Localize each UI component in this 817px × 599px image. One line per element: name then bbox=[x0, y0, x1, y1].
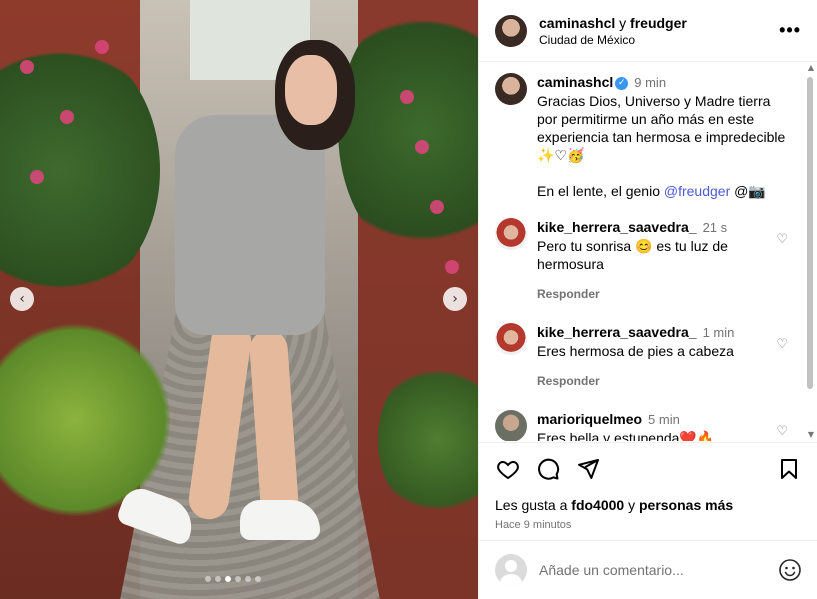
comment-icon bbox=[538, 458, 560, 480]
comment-text: Eres bella y estupenda❤️🔥 bbox=[537, 430, 715, 441]
avatar[interactable] bbox=[495, 323, 527, 355]
comment-time: 1 min bbox=[702, 325, 735, 340]
bookmark-icon bbox=[781, 459, 797, 479]
carousel-dot bbox=[205, 576, 211, 582]
caption-body: caminashcl ✓ 9 min Gracias Dios, Universo … bbox=[537, 73, 788, 200]
send-icon bbox=[578, 459, 599, 479]
post-media[interactable]: ‹ › bbox=[0, 0, 478, 599]
comment-body: kike_herrera_saavedra_ 21 s Pero tu sonri… bbox=[537, 218, 768, 303]
author-conjunction: y bbox=[619, 14, 627, 31]
media-flower bbox=[30, 170, 44, 184]
comment-time: 5 min bbox=[648, 412, 680, 427]
verified-badge-icon: ✓ bbox=[615, 76, 629, 90]
likes-middle: y bbox=[624, 497, 639, 513]
post-actions: Les gusta a fdo4000 y personas más Hace … bbox=[479, 442, 817, 531]
avatar[interactable] bbox=[495, 218, 527, 250]
media-flower bbox=[415, 140, 429, 154]
heart-icon bbox=[497, 460, 519, 480]
avatar[interactable] bbox=[495, 410, 527, 441]
comments-scrollbar[interactable]: ▲ ▼ bbox=[805, 63, 815, 441]
user-avatar-placeholder-icon bbox=[495, 554, 527, 586]
likes-user-link[interactable]: fdo4000 bbox=[571, 497, 624, 513]
author-username[interactable]: caminashcl bbox=[539, 15, 615, 31]
caption-text: Gracias Dios, Universo y Madre tierra po… bbox=[537, 93, 786, 163]
action-icons bbox=[495, 455, 802, 483]
post-side-panel: caminashcl y freudger Ciudad de México •… bbox=[478, 0, 817, 599]
collaborator-username[interactable]: freudger bbox=[630, 15, 687, 31]
scrollbar-thumb[interactable] bbox=[807, 77, 813, 389]
mention-link[interactable]: @freudger bbox=[664, 183, 730, 199]
media-person-face bbox=[285, 55, 337, 125]
comment-username[interactable]: kike_herrera_saavedra_ bbox=[537, 324, 697, 340]
post-header: caminashcl y freudger Ciudad de México •… bbox=[479, 0, 817, 62]
comment-button[interactable] bbox=[535, 456, 561, 482]
comment-username[interactable]: kike_herrera_saavedra_ bbox=[537, 219, 697, 235]
likes-summary: Les gusta a fdo4000 y personas más bbox=[495, 497, 802, 513]
likes-others-link[interactable]: personas más bbox=[639, 497, 733, 513]
previous-image-button[interactable]: ‹ bbox=[10, 287, 34, 311]
comment-row: kike_herrera_saavedra_ 1 min Eres hermosa… bbox=[495, 323, 788, 390]
media-flower bbox=[430, 200, 444, 214]
scroll-up-icon[interactable]: ▲ bbox=[808, 63, 814, 72]
reply-button[interactable]: Responder bbox=[537, 372, 768, 390]
media-flower bbox=[60, 110, 74, 124]
comments-list[interactable]: caminashcl ✓ 9 min Gracias Dios, Universo … bbox=[479, 63, 804, 441]
carousel-dot-active bbox=[225, 576, 231, 582]
add-comment-bar bbox=[479, 540, 817, 599]
scroll-down-icon[interactable]: ▼ bbox=[808, 430, 814, 439]
comment-body: marioriquelmeo 5 min Eres bella y estupen… bbox=[537, 410, 768, 441]
caption-username[interactable]: caminashcl bbox=[537, 74, 613, 90]
caption-credit-text: En el lente, el genio bbox=[537, 183, 664, 199]
comment-time: 21 s bbox=[702, 220, 728, 235]
comment-text: Eres hermosa de pies a cabeza bbox=[537, 343, 734, 359]
like-comment-heart-icon[interactable]: ♡ bbox=[776, 424, 788, 441]
comment-body: kike_herrera_saavedra_ 1 min Eres hermosa… bbox=[537, 323, 768, 390]
comment-input[interactable] bbox=[539, 562, 778, 578]
more-options-icon[interactable]: ••• bbox=[779, 20, 801, 41]
carousel-dot bbox=[215, 576, 221, 582]
share-button[interactable] bbox=[575, 456, 601, 482]
media-person-shoe bbox=[240, 500, 320, 540]
caption-credit: En el lente, el genio @freudger @📷 bbox=[537, 182, 788, 200]
post-timestamp: Hace 9 minutos bbox=[495, 519, 572, 531]
reply-button[interactable]: Responder bbox=[537, 285, 768, 303]
caption-credit-tail: @📷 bbox=[730, 183, 766, 199]
avatar[interactable] bbox=[495, 73, 527, 105]
caption-time: 9 min bbox=[634, 75, 667, 90]
media-flower bbox=[400, 90, 414, 104]
likes-prefix: Les gusta a bbox=[495, 497, 572, 513]
emoji-icon[interactable] bbox=[778, 558, 802, 582]
post-location[interactable]: Ciudad de México bbox=[539, 33, 779, 47]
media-flower bbox=[445, 260, 459, 274]
media-flower bbox=[20, 60, 34, 74]
header-text: caminashcl y freudger Ciudad de México bbox=[539, 15, 779, 47]
comment-username[interactable]: marioriquelmeo bbox=[537, 411, 642, 427]
carousel-dots bbox=[205, 576, 261, 582]
author-names: caminashcl y freudger bbox=[539, 15, 779, 31]
author-avatar[interactable] bbox=[495, 14, 527, 47]
carousel-dot bbox=[245, 576, 251, 582]
next-image-button[interactable]: › bbox=[443, 287, 467, 311]
save-button[interactable] bbox=[776, 456, 802, 482]
like-comment-heart-icon[interactable]: ♡ bbox=[776, 232, 788, 303]
chevron-left-icon: ‹ bbox=[19, 291, 25, 307]
carousel-dot bbox=[255, 576, 261, 582]
like-comment-heart-icon[interactable]: ♡ bbox=[776, 337, 788, 390]
comment-row: kike_herrera_saavedra_ 21 s Pero tu sonri… bbox=[495, 218, 788, 303]
chevron-right-icon: › bbox=[452, 291, 458, 307]
media-flower bbox=[95, 40, 109, 54]
carousel-dot bbox=[235, 576, 241, 582]
comment-row: marioriquelmeo 5 min Eres bella y estupen… bbox=[495, 410, 788, 441]
caption-row: caminashcl ✓ 9 min Gracias Dios, Universo … bbox=[495, 73, 788, 200]
comment-text: Pero tu sonrisa 😊 es tu luz de hermosura bbox=[537, 238, 728, 272]
like-button[interactable] bbox=[495, 456, 521, 482]
